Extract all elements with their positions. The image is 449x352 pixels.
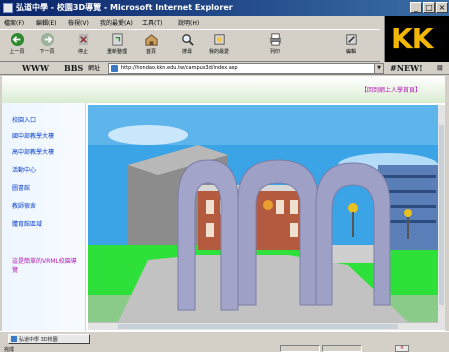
home-label: 首頁 [145, 49, 156, 55]
refresh-icon [111, 33, 123, 46]
nav-item-junior-building[interactable]: 國中部教學大樓 [12, 131, 54, 140]
page-tab[interactable]: 弘道中學 3D校園 [8, 334, 90, 344]
back-button[interactable]: 上一頁 [4, 32, 30, 60]
page-tab-title: 弘道中學 3D校園 [19, 337, 58, 343]
home-return-link[interactable]: 【回到網上人學首頁】 [361, 85, 421, 94]
vertical-scrollbar[interactable] [438, 105, 445, 330]
vrml-scene[interactable] [88, 105, 438, 322]
logo-text: KK [391, 22, 433, 55]
forward-button[interactable]: 下一頁 [34, 32, 60, 60]
menu-edit[interactable]: 編輯(E) [36, 18, 56, 27]
links-bar: WWW BBS 網址 http://hondao.kkn.edu.tw/camp… [0, 62, 449, 75]
status-area: 弘道中學 3D校園 完成 × [0, 331, 449, 352]
title-bar: 弘道中學 - 校園3D導覽 - Microsoft Internet Explo… [0, 0, 449, 16]
home-icon [144, 34, 158, 46]
link-new[interactable]: #NEW! [390, 63, 423, 73]
stop-icon [78, 33, 88, 46]
search-icon [181, 34, 194, 46]
edit-icon [345, 34, 357, 45]
window-title: 弘道中學 - 校園3D導覽 - Microsoft Internet Explo… [16, 3, 233, 12]
page-banner: 【回到網上人學首頁】 [2, 76, 445, 103]
home-button[interactable]: 首頁 [138, 32, 164, 60]
print-button[interactable]: 列印 [262, 32, 288, 60]
horizontal-scrollbar[interactable] [88, 322, 438, 330]
menu-bar: 檔案(F) 編輯(E) 檢視(V) 我的最愛(A) 工具(T) 說明(H) [0, 16, 380, 29]
stop-label: 停止 [77, 49, 88, 55]
chevron-down-icon[interactable]: ▼ [374, 64, 383, 73]
edit-button[interactable]: 編輯 [338, 32, 364, 60]
page-viewport: 【回到網上人學首頁】 校園入口 國中部教學大樓 高中部教學大樓 活動中心 圖書館… [2, 76, 445, 331]
page-icon [11, 336, 17, 342]
nav-item-gym-area[interactable]: 體育館區域 [12, 219, 42, 228]
favorites-label: 我的最愛 [208, 49, 229, 55]
search-button[interactable]: 搜尋 [174, 32, 200, 60]
campus-3d-view [88, 105, 438, 322]
status-text: 完成 [4, 347, 15, 352]
menu-tools[interactable]: 工具(T) [142, 18, 162, 27]
edit-label: 編輯 [345, 49, 356, 55]
nav-item-dormitory[interactable]: 教師宿舍 [12, 201, 36, 210]
nav-item-activity-center[interactable]: 活動中心 [12, 165, 36, 174]
refresh-button[interactable]: 重新整理 [104, 32, 130, 60]
address-label: 網址 [88, 65, 101, 72]
nav-item-senior-building[interactable]: 高中部教學大樓 [12, 147, 54, 156]
menu-file[interactable]: 檔案(F) [4, 18, 24, 27]
favorites-icon [213, 34, 225, 45]
menu-help[interactable]: 說明(H) [178, 18, 199, 27]
forward-arrow-icon [40, 32, 54, 47]
nav-sidebar: 校園入口 國中部教學大樓 高中部教學大樓 活動中心 圖書館 教師宿舍 體育館區域… [2, 103, 86, 331]
print-icon [269, 33, 281, 46]
menu-favorites[interactable]: 我的最愛(A) [100, 18, 133, 27]
nav-note: 這是簡單的VRML校園導覽 [12, 258, 77, 274]
forward-label: 下一頁 [39, 49, 55, 55]
address-url[interactable]: http://hondao.kkn.edu.tw/campus3d/index.… [121, 65, 238, 71]
favorites-button[interactable]: 我的最愛 [206, 32, 232, 60]
print-label: 列印 [269, 49, 280, 55]
menu-view[interactable]: 檢視(V) [68, 18, 89, 27]
maximize-button[interactable]: □ [423, 2, 435, 13]
nav-item-library[interactable]: 圖書館 [12, 183, 30, 192]
back-label: 上一頁 [9, 49, 25, 55]
status-panel [280, 345, 320, 352]
back-arrow-icon [10, 32, 24, 47]
status-panel [322, 345, 362, 352]
tree [348, 203, 358, 213]
close-button[interactable]: × [436, 2, 448, 13]
address-bar[interactable]: http://hondao.kkn.edu.tw/campus3d/index.… [108, 63, 384, 74]
standard-toolbar: 上一頁 下一頁 停止 重新整理 首頁 搜尋 我的最愛 列印 編輯 [0, 29, 380, 62]
minimize-button[interactable]: _ [410, 2, 422, 13]
link-www[interactable]: WWW [22, 63, 49, 73]
brand-logo: KK [384, 16, 449, 62]
security-zone-icon: × [395, 345, 409, 352]
search-label: 搜尋 [181, 49, 192, 55]
stop-button[interactable]: 停止 [70, 32, 96, 60]
nav-item-entrance[interactable]: 校園入口 [12, 115, 36, 124]
ie-logo-icon [3, 3, 13, 13]
link-bbs[interactable]: BBS [64, 63, 83, 73]
close-links-icon[interactable]: ⊠ [437, 64, 443, 72]
page-icon [111, 65, 118, 72]
refresh-label: 重新整理 [106, 49, 127, 55]
browser-window: 弘道中學 - 校園3D導覽 - Microsoft Internet Explo… [0, 0, 449, 352]
